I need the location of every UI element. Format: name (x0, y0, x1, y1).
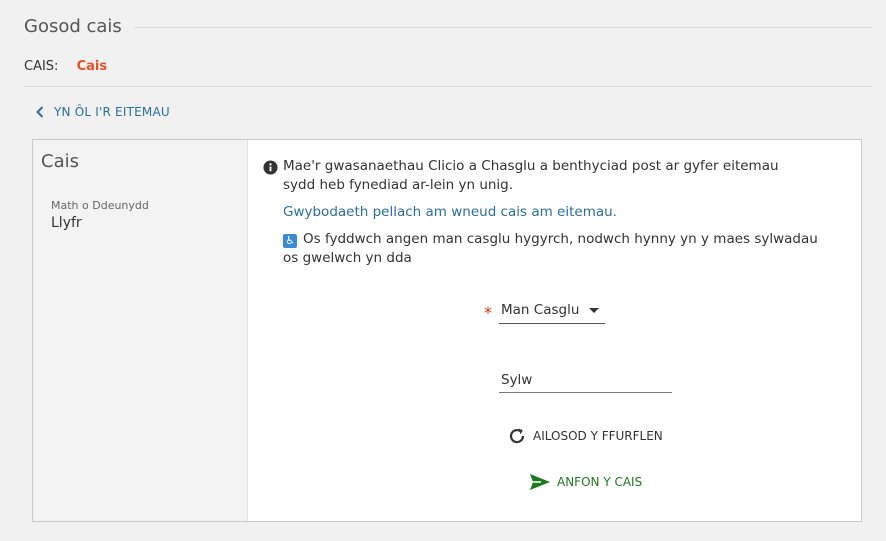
send-request-label: ANFON Y CAIS (557, 475, 643, 489)
chevron-left-icon (36, 106, 44, 118)
request-type-value: Cais (76, 59, 108, 74)
accessibility-note-text: Os fyddwch angen man casglu hygyrch, nod… (283, 231, 818, 266)
request-form: Mae'r gwasanaethau Clicio a Chasglu a be… (263, 140, 861, 521)
paper-plane-icon (530, 474, 550, 490)
panel-title: Cais (41, 151, 79, 172)
row-divider (24, 86, 872, 87)
more-info-link[interactable]: Gwybodaeth pellach am wneud cais am eite… (283, 204, 617, 220)
back-link-label: YN ÔL I'R EITEMAU (54, 105, 170, 119)
page-title: Gosod cais (24, 16, 122, 37)
pickup-location-label: Man Casglu (501, 302, 580, 318)
reset-form-button[interactable]: AILOSOD Y FFURFLEN (507, 426, 663, 446)
back-to-items-link[interactable]: YN ÔL I'R EITEMAU (36, 105, 170, 119)
accessibility-note: ♿ Os fyddwch angen man casglu hygyrch, no… (283, 230, 823, 268)
reset-form-label: AILOSOD Y FFURFLEN (533, 429, 663, 443)
service-info: Mae'r gwasanaethau Clicio a Chasglu a be… (263, 157, 803, 195)
caret-down-icon (589, 308, 599, 313)
info-circle-icon (263, 160, 278, 175)
request-type-label: CAIS: (24, 59, 59, 74)
send-request-button[interactable]: ANFON Y CAIS (529, 473, 642, 491)
request-card: Cais Math o Ddeunydd Llyfr Mae'r gwasana… (32, 139, 862, 522)
wheelchair-icon: ♿ (283, 234, 297, 248)
comment-input[interactable] (499, 367, 672, 393)
item-summary-panel: Cais Math o Ddeunydd Llyfr (33, 140, 248, 521)
request-type-row: CAIS: Cais (24, 59, 107, 74)
service-info-text: Mae'r gwasanaethau Clicio a Chasglu a be… (283, 158, 779, 193)
refresh-icon (509, 428, 525, 444)
title-divider (134, 27, 872, 28)
required-indicator: * (484, 303, 492, 322)
pickup-location-select[interactable]: Man Casglu (499, 297, 605, 324)
material-type-value: Llyfr (51, 215, 82, 231)
material-type-label: Math o Ddeunydd (51, 199, 149, 212)
